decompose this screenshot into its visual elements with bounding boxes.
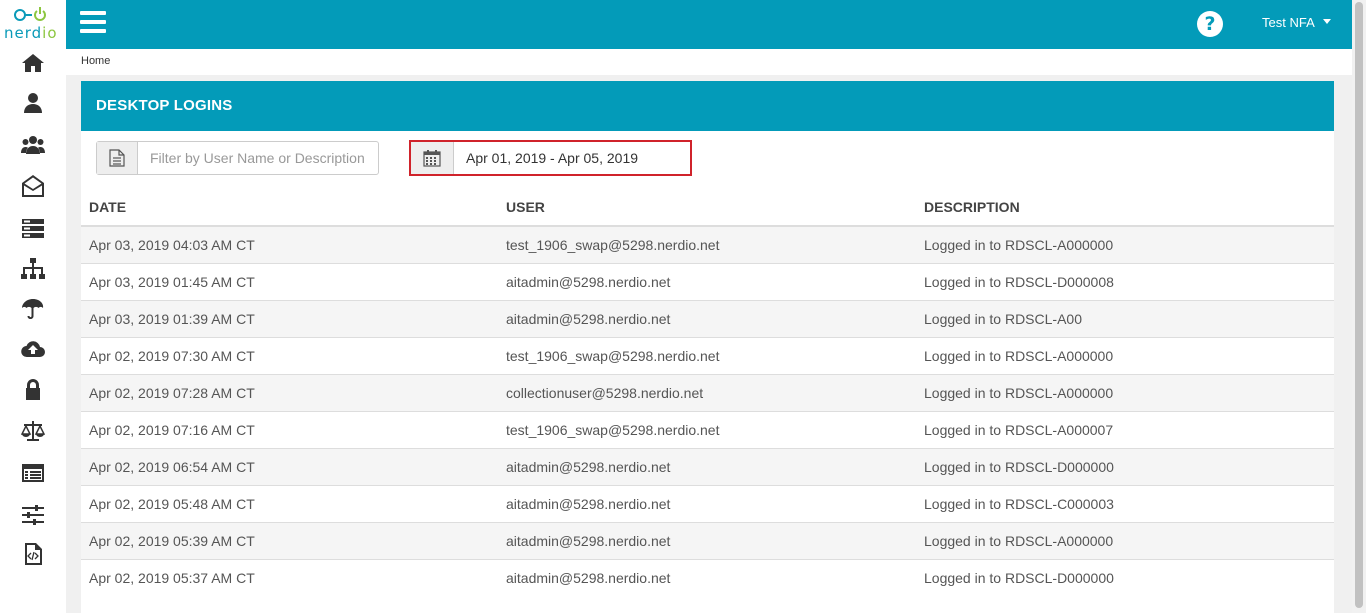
panel-header: DESKTOP LOGINS <box>81 81 1334 131</box>
caret-down-icon <box>1322 19 1331 25</box>
cell-user: test_1906_swap@5298.nerdio.net <box>498 410 916 448</box>
table-row[interactable]: Apr 02, 2019 05:37 AM CT aitadmin@5298.ne… <box>81 558 1334 596</box>
cell-date: Apr 03, 2019 01:45 AM CT <box>81 262 498 300</box>
cell-date: Apr 02, 2019 07:30 AM CT <box>81 336 498 374</box>
table-row[interactable]: Apr 03, 2019 01:45 AM CT aitadmin@5298.ne… <box>81 262 1334 300</box>
cell-date: Apr 02, 2019 05:39 AM CT <box>81 521 498 559</box>
table-row[interactable]: Apr 02, 2019 07:16 AM CT test_1906_swap@5… <box>81 410 1334 448</box>
user-filter-input[interactable] <box>138 142 378 174</box>
cell-date: Apr 02, 2019 07:16 AM CT <box>81 410 498 448</box>
breadcrumb-home[interactable]: Home <box>81 55 110 67</box>
cell-description: Logged in to RDSCL-A000000 <box>916 336 1334 374</box>
date-range-picker[interactable]: Apr 01, 2019 - Apr 05, 2019 <box>409 140 692 176</box>
cell-date: Apr 03, 2019 04:03 AM CT <box>81 225 498 263</box>
cell-date: Apr 02, 2019 06:54 AM CT <box>81 447 498 485</box>
table-row[interactable]: Apr 02, 2019 05:39 AM CT aitadmin@5298.ne… <box>81 521 1334 559</box>
table-row[interactable]: Apr 02, 2019 05:48 AM CT aitadmin@5298.ne… <box>81 484 1334 522</box>
top-navbar: ? Test NFA <box>66 0 1352 49</box>
cell-user: aitadmin@5298.nerdio.net <box>498 299 916 337</box>
sitemap-icon[interactable] <box>18 256 48 282</box>
cell-description: Logged in to RDSCL-A000000 <box>916 225 1334 263</box>
table-header-row: DATE USER DESCRIPTION <box>81 189 1334 227</box>
cell-user: test_1906_swap@5298.nerdio.net <box>498 225 916 263</box>
user-menu-dropdown[interactable]: Test NFA <box>1262 15 1331 30</box>
logo-text-accent: io <box>42 24 58 42</box>
sliders-icon[interactable] <box>18 502 48 528</box>
cell-description: Logged in to RDSCL-C000003 <box>916 484 1334 522</box>
scrollbar-thumb[interactable] <box>1355 2 1363 608</box>
sidebar: nerdio <box>0 0 66 613</box>
cell-description: Logged in to RDSCL-D000000 <box>916 558 1334 596</box>
table-row[interactable]: Apr 02, 2019 07:30 AM CT test_1906_swap@5… <box>81 336 1334 374</box>
hamburger-menu-icon[interactable] <box>80 11 106 33</box>
cell-user: aitadmin@5298.nerdio.net <box>498 558 916 596</box>
table-row[interactable]: Apr 02, 2019 06:54 AM CT aitadmin@5298.ne… <box>81 447 1334 485</box>
cell-user: aitadmin@5298.nerdio.net <box>498 484 916 522</box>
users-group-icon[interactable] <box>18 132 48 158</box>
column-header-date[interactable]: DATE <box>81 189 498 227</box>
page-scrollbar[interactable] <box>1352 0 1366 613</box>
table-row[interactable]: Apr 03, 2019 04:03 AM CT test_1906_swap@5… <box>81 225 1334 263</box>
cell-date: Apr 03, 2019 01:39 AM CT <box>81 299 498 337</box>
home-icon[interactable] <box>18 50 48 76</box>
cloud-upload-icon[interactable] <box>18 336 48 362</box>
column-header-description[interactable]: DESCRIPTION <box>916 189 1334 227</box>
date-range-value[interactable]: Apr 01, 2019 - Apr 05, 2019 <box>454 142 638 174</box>
logo-text-primary: nerd <box>4 24 43 42</box>
user-icon[interactable] <box>18 90 48 116</box>
desktop-logins-panel: DESKTOP LOGINS Apr 01, 2019 - Apr 05, 20… <box>81 81 1334 613</box>
cell-user: aitadmin@5298.nerdio.net <box>498 262 916 300</box>
help-icon[interactable]: ? <box>1197 11 1223 37</box>
balance-scale-icon[interactable] <box>18 418 48 444</box>
list-icon[interactable] <box>18 460 48 486</box>
cell-description: Logged in to RDSCL-A00 <box>916 299 1334 337</box>
filter-input-group <box>96 141 379 175</box>
envelope-open-icon[interactable] <box>18 173 48 199</box>
cell-description: Logged in to RDSCL-A000000 <box>916 373 1334 411</box>
calendar-icon[interactable] <box>411 142 454 174</box>
cell-description: Logged in to RDSCL-D000000 <box>916 447 1334 485</box>
logins-table: DATE USER DESCRIPTION Apr 03, 2019 04:03… <box>81 189 1334 596</box>
cell-user: aitadmin@5298.nerdio.net <box>498 521 916 559</box>
cell-user: aitadmin@5298.nerdio.net <box>498 447 916 485</box>
cell-user: collectionuser@5298.nerdio.net <box>498 373 916 411</box>
lock-icon[interactable] <box>18 377 48 403</box>
cell-description: Logged in to RDSCL-A000007 <box>916 410 1334 448</box>
cell-date: Apr 02, 2019 05:48 AM CT <box>81 484 498 522</box>
cell-description: Logged in to RDSCL-D000008 <box>916 262 1334 300</box>
table-row[interactable]: Apr 03, 2019 01:39 AM CT aitadmin@5298.ne… <box>81 299 1334 337</box>
server-icon[interactable] <box>18 215 48 241</box>
user-name: Test NFA <box>1262 15 1315 30</box>
document-icon <box>97 142 138 174</box>
breadcrumb-bar: Home <box>66 49 1352 75</box>
column-header-user[interactable]: USER <box>498 189 916 227</box>
cell-user: test_1906_swap@5298.nerdio.net <box>498 336 916 374</box>
cell-date: Apr 02, 2019 07:28 AM CT <box>81 373 498 411</box>
cell-date: Apr 02, 2019 05:37 AM CT <box>81 558 498 596</box>
table-row[interactable]: Apr 02, 2019 07:28 AM CT collectionuser@5… <box>81 373 1334 411</box>
nerdio-logo[interactable]: nerdio <box>0 4 66 42</box>
panel-title: DESKTOP LOGINS <box>96 97 233 114</box>
code-file-icon[interactable] <box>18 541 48 567</box>
power-logo-icon <box>14 7 46 21</box>
cell-description: Logged in to RDSCL-A000000 <box>916 521 1334 559</box>
umbrella-icon[interactable] <box>18 296 48 322</box>
